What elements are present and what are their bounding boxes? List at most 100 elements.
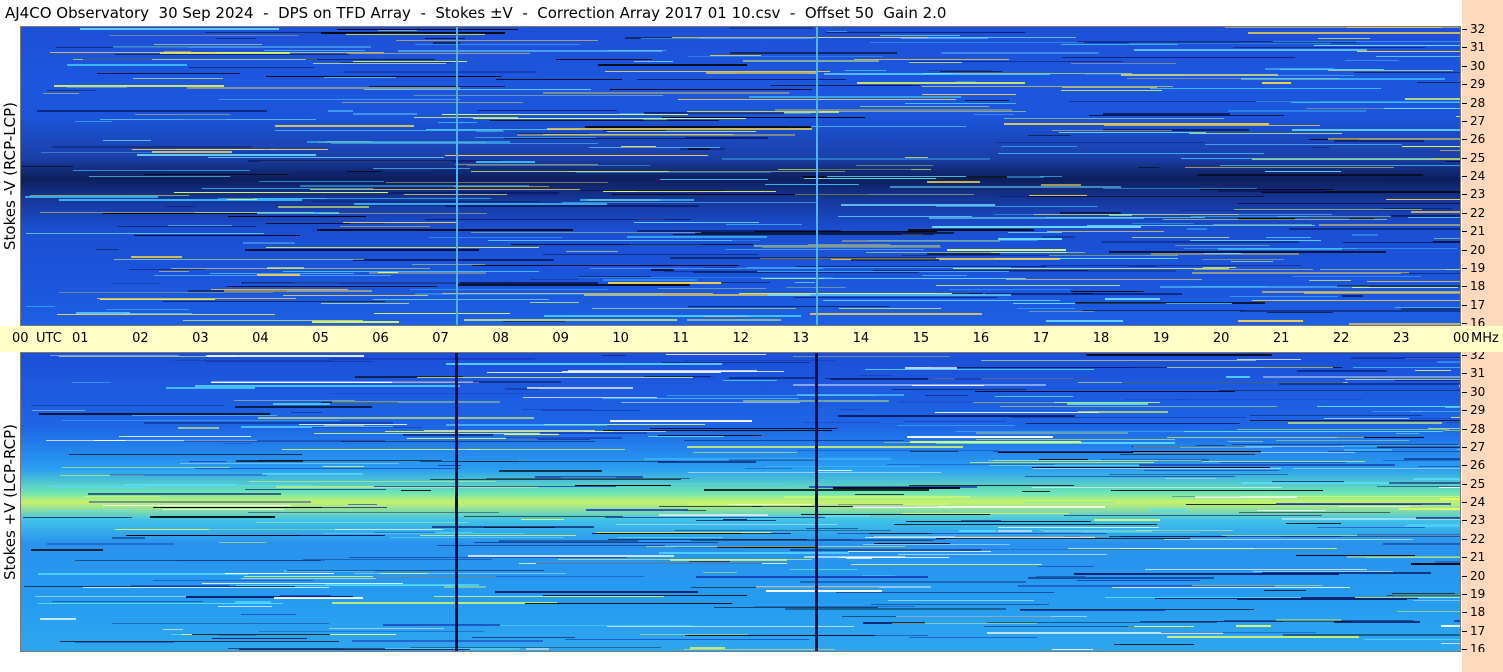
spectral-streak bbox=[1193, 286, 1266, 287]
spectral-streak bbox=[1150, 88, 1381, 89]
time-tick-label: 14 bbox=[852, 331, 870, 346]
spectral-streak bbox=[435, 532, 473, 533]
spectral-streak bbox=[324, 425, 364, 426]
spectral-streak bbox=[180, 463, 399, 464]
time-tick-label: 03 bbox=[192, 331, 209, 346]
spectral-streak bbox=[109, 35, 298, 36]
spectral-streak bbox=[1314, 45, 1460, 46]
spectral-streak bbox=[59, 292, 273, 293]
spectral-streak bbox=[867, 240, 1038, 241]
spectral-streak bbox=[797, 450, 999, 451]
spectral-streak bbox=[312, 427, 422, 428]
spectral-streak bbox=[1052, 649, 1093, 650]
spectral-streak bbox=[83, 587, 329, 588]
spectral-streak bbox=[478, 110, 617, 111]
spectral-streak bbox=[927, 181, 980, 183]
spectral-streak bbox=[1264, 590, 1306, 591]
spectral-streak bbox=[749, 96, 961, 98]
spectral-streak bbox=[112, 283, 160, 284]
freq-tick-label: 21 bbox=[1470, 550, 1486, 565]
spectral-streak bbox=[1445, 407, 1460, 408]
spectral-streak bbox=[1291, 496, 1460, 497]
spectral-streak bbox=[455, 164, 598, 165]
freq-tick-label: 24 bbox=[1470, 169, 1486, 183]
spectral-streak bbox=[1163, 219, 1387, 220]
spectral-streak bbox=[110, 474, 267, 476]
spectral-streak bbox=[936, 285, 1120, 286]
spectral-streak bbox=[956, 81, 976, 82]
spectral-streak bbox=[1376, 56, 1460, 57]
spectral-streak bbox=[75, 121, 112, 122]
spectral-streak bbox=[605, 71, 830, 72]
spectral-streak bbox=[755, 231, 937, 232]
stokes-minus-v-spectrogram bbox=[20, 26, 1461, 326]
spectral-streak bbox=[442, 114, 688, 115]
spectral-vertical-line bbox=[816, 27, 818, 325]
freq-tick-label: 18 bbox=[1470, 605, 1486, 620]
spectral-streak bbox=[1033, 468, 1281, 469]
spectral-streak bbox=[223, 443, 252, 444]
spectral-streak bbox=[936, 538, 1190, 539]
time-tick-label: 00 bbox=[1453, 331, 1470, 346]
spectral-streak bbox=[425, 219, 691, 220]
spectral-streak bbox=[59, 199, 302, 201]
time-tick-label: 19 bbox=[1152, 331, 1170, 346]
spectral-streak bbox=[621, 146, 656, 147]
top-spectrogram-texture bbox=[22, 27, 1460, 325]
spectral-streak bbox=[1449, 485, 1460, 486]
spectral-streak bbox=[959, 530, 996, 532]
spectral-streak bbox=[896, 616, 1087, 617]
spectral-streak bbox=[857, 82, 1025, 84]
spectral-streak bbox=[675, 547, 744, 548]
spectral-streak bbox=[458, 284, 690, 286]
spectral-streak bbox=[796, 266, 1046, 267]
spectral-streak bbox=[1192, 585, 1322, 586]
spectral-streak bbox=[310, 189, 580, 190]
spectral-streak bbox=[412, 264, 485, 265]
spectral-streak bbox=[1396, 433, 1419, 434]
time-tick-label: 11 bbox=[672, 331, 689, 346]
spectral-streak bbox=[1377, 486, 1460, 487]
spectral-streak bbox=[219, 635, 256, 636]
spectral-streak bbox=[248, 160, 501, 162]
bottom-panel-label-text: Stokes +V (LCP-RCP) bbox=[1, 424, 19, 580]
time-axis: 00 01 02 03 04 05 06 07 08 09 10 11 12 13 14 15 16 17 18 19… bbox=[0, 326, 1503, 352]
spectral-streak bbox=[80, 28, 279, 30]
spectral-streak bbox=[1028, 135, 1071, 136]
spectral-streak bbox=[166, 387, 255, 389]
spectral-streak bbox=[906, 521, 1091, 522]
spectral-streak bbox=[998, 527, 1159, 528]
spectral-streak bbox=[804, 178, 936, 179]
time-tick-label: 22 bbox=[1332, 331, 1350, 346]
spectral-streak bbox=[1181, 210, 1454, 211]
spectral-streak bbox=[216, 38, 256, 39]
spectral-streak bbox=[291, 172, 435, 174]
spectral-streak bbox=[164, 51, 191, 52]
spectral-streak bbox=[910, 451, 958, 452]
spectral-streak bbox=[696, 520, 776, 521]
spectral-streak bbox=[1040, 176, 1062, 177]
spectral-streak bbox=[785, 608, 1006, 610]
spectral-streak bbox=[499, 470, 602, 472]
freq-tick-label: 23 bbox=[1470, 513, 1486, 528]
time-tick-label: 07 bbox=[432, 331, 449, 346]
spectral-streak bbox=[836, 592, 1054, 593]
spectral-streak bbox=[114, 259, 364, 260]
spectral-streak bbox=[1028, 196, 1264, 197]
spectral-streak bbox=[189, 461, 226, 462]
spectral-streak bbox=[1411, 211, 1460, 213]
top-panel-label: Stokes -V (RCP-LCP) bbox=[0, 26, 20, 326]
freq-tick bbox=[1462, 355, 1467, 356]
spectral-streak bbox=[369, 86, 505, 87]
spectral-streak bbox=[1276, 440, 1409, 441]
spectral-streak bbox=[1309, 280, 1351, 281]
spectral-streak bbox=[202, 188, 373, 189]
spectral-streak bbox=[940, 71, 1002, 72]
spectral-streak bbox=[771, 85, 920, 86]
spectral-streak bbox=[1127, 78, 1339, 79]
spectral-streak bbox=[103, 505, 290, 506]
spectral-streak bbox=[929, 217, 1144, 219]
spectral-streak bbox=[312, 321, 399, 323]
spectral-streak bbox=[672, 37, 928, 38]
spectral-streak bbox=[1102, 241, 1299, 243]
